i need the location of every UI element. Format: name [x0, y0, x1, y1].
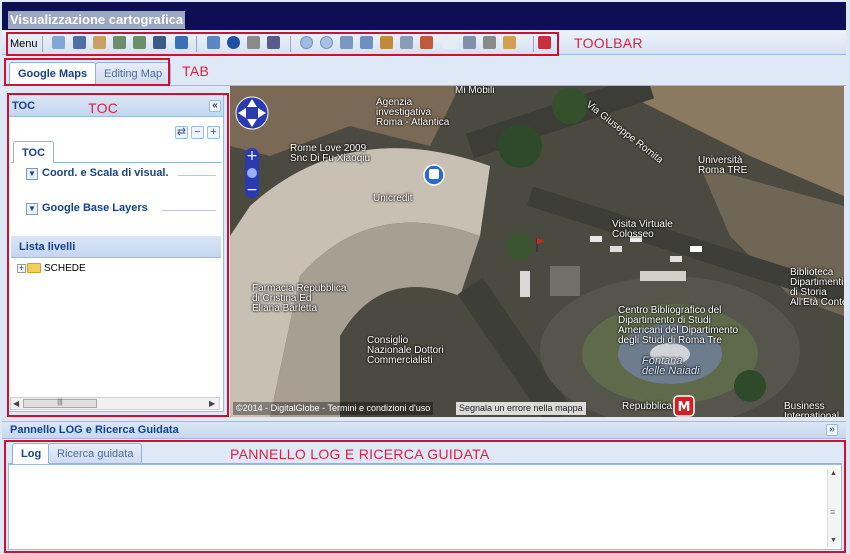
- app-window: Visualizzazione cartografica Menu TOOLBA…: [0, 0, 850, 554]
- log-annotation: PANNELLO LOG E RICERCA GUIDATA: [230, 446, 490, 462]
- toc-highlight-box: [7, 93, 229, 417]
- tab-annotation: TAB: [182, 63, 210, 79]
- map-label: Mi Mobili: [455, 86, 495, 96]
- log-panel-title: Pannello LOG e Ricerca Guidata: [10, 424, 179, 436]
- map-label: Unicredit: [373, 193, 413, 204]
- svg-text:+: +: [246, 148, 258, 164]
- tab-highlight-box: [4, 58, 170, 86]
- toc-annotation: TOC: [88, 100, 119, 116]
- map-label: Repubblica: [622, 401, 673, 412]
- map-label: Rome Love 2009 Snc Di Fu Xiaoqiu: [290, 143, 371, 164]
- toolbar-annotation: TOOLBAR: [574, 35, 643, 51]
- report-map-error-link[interactable]: Segnala un errore nella mappa: [456, 402, 586, 415]
- map-label: Fontana delle Naiadi: [642, 355, 700, 377]
- map-label: Agenzia investigativa Roma - Atlantica: [376, 97, 450, 128]
- toolbar-highlight-box: [6, 32, 559, 56]
- map-label: Business International: [784, 401, 840, 418]
- title-bar: Visualizzazione cartografica: [2, 2, 846, 30]
- map-view[interactable]: Mi Mobili Agenzia investigativa Roma - Atla…: [230, 86, 844, 417]
- map-label: Università Roma TRE: [698, 155, 748, 176]
- map-label: Consiglio Nazionale Dottori Commercialisti: [367, 335, 444, 366]
- map-navigation-control[interactable]: + −: [234, 92, 270, 202]
- map-label: Centro Bibliografico del Dipartimento di …: [618, 305, 739, 346]
- log-panel-header: Pannello LOG e Ricerca Guidata »: [2, 421, 846, 439]
- metro-icon: M: [673, 395, 695, 417]
- svg-text:−: −: [246, 182, 258, 198]
- svg-text:M: M: [678, 400, 691, 415]
- map-label: Biblioteca Dipartimenti di Storia All'Età C…: [790, 267, 844, 308]
- map-label: Visita Virtuale Colosseo: [612, 219, 673, 240]
- log-expand-button[interactable]: »: [826, 424, 838, 436]
- map-attribution[interactable]: ©2014 - DigitalGlobe - Termini e condizi…: [233, 402, 434, 415]
- map-label: Farmacia Repubblica di Cristina Ed Eliana …: [252, 283, 347, 314]
- bus-stop-icon: [423, 164, 445, 186]
- map-pin-icon: [536, 238, 544, 252]
- window-title: Visualizzazione cartografica: [8, 11, 186, 29]
